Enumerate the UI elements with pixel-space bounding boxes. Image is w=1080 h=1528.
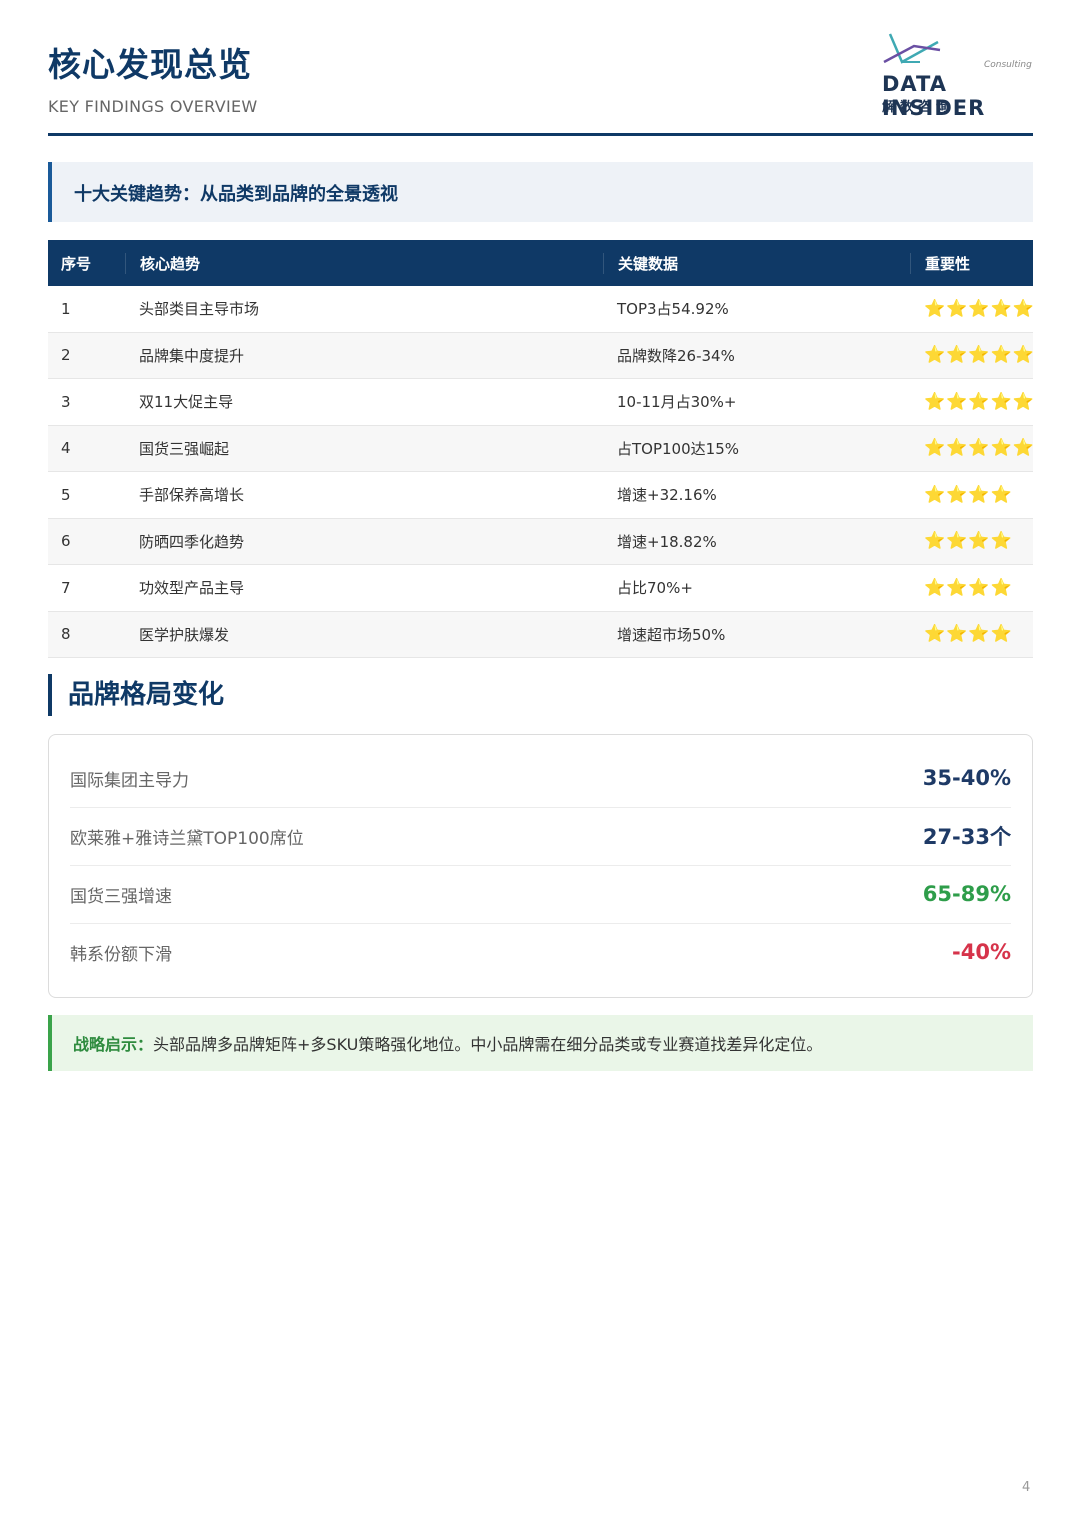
row-trend: 手部保养高增长 bbox=[139, 486, 245, 505]
star-rating-icon: ⭐⭐⭐⭐⭐ bbox=[924, 345, 1035, 366]
header-importance: 重要性 bbox=[910, 252, 1033, 274]
insight-text: 头部品牌多品牌矩阵+多SKU策略强化地位。中小品牌需在细分品类或专业赛道找差异化… bbox=[153, 1035, 823, 1054]
row-no: 4 bbox=[61, 439, 71, 458]
row-data: TOP3占54.92% bbox=[617, 300, 729, 319]
metric-row: 国际集团主导力 35-40% bbox=[70, 749, 1011, 808]
metric-label: 国际集团主导力 bbox=[70, 770, 189, 791]
row-trend: 医学护肤爆发 bbox=[139, 625, 230, 644]
metric-value: 65-89% bbox=[922, 882, 1011, 906]
page-number: 4 bbox=[1022, 1480, 1031, 1495]
strategy-insight-box: 战略启示： 头部品牌多品牌矩阵+多SKU策略强化地位。中小品牌需在细分品类或专业… bbox=[48, 1015, 1033, 1071]
star-rating-icon: ⭐⭐⭐⭐ bbox=[924, 624, 1013, 645]
insight-label: 战略启示： bbox=[73, 1035, 154, 1054]
logo-mark-icon bbox=[883, 33, 941, 64]
metric-row: 欧莱雅+雅诗兰黛TOP100席位 27-33个 bbox=[70, 807, 1011, 866]
metric-value: 27-33个 bbox=[922, 825, 1011, 849]
row-no: 6 bbox=[61, 532, 71, 551]
row-data: 10-11月占30%+ bbox=[617, 393, 737, 412]
header-data: 关键数据 bbox=[603, 252, 910, 274]
star-rating-icon: ⭐⭐⭐⭐ bbox=[924, 577, 1013, 598]
star-rating-icon: ⭐⭐⭐⭐⭐ bbox=[924, 438, 1035, 459]
header-no: 序号 bbox=[61, 254, 92, 273]
section-heading-text: 品牌格局变化 bbox=[68, 680, 225, 710]
table-row: 4 国货三强崛起 占TOP100达15% ⭐⭐⭐⭐⭐ bbox=[48, 425, 1035, 472]
row-no: 1 bbox=[61, 299, 71, 318]
section-banner: 十大关键趋势：从品类到品牌的全景透视 bbox=[48, 162, 1033, 222]
row-trend: 双11大促主导 bbox=[139, 393, 234, 412]
page-title: 核心发现总览 bbox=[48, 45, 252, 84]
row-no: 7 bbox=[61, 578, 71, 597]
table-row: 3 双11大促主导 10-11月占30%+ ⭐⭐⭐⭐⭐ bbox=[48, 379, 1035, 426]
star-rating-icon: ⭐⭐⭐⭐ bbox=[924, 484, 1013, 505]
row-data: 占比70%+ bbox=[617, 579, 693, 598]
row-data: 增速+32.16% bbox=[617, 486, 717, 505]
row-no: 3 bbox=[61, 392, 71, 411]
row-data: 品牌数降26-34% bbox=[617, 346, 735, 365]
table-row: 2 品牌集中度提升 品牌数降26-34% ⭐⭐⭐⭐⭐ bbox=[48, 332, 1035, 379]
logo-consulting-text: Consulting bbox=[984, 60, 1032, 70]
metric-row: 国货三强增速 65-89% bbox=[70, 865, 1011, 924]
brand-landscape-card: 国际集团主导力 35-40% 欧莱雅+雅诗兰黛TOP100席位 27-33个 国… bbox=[48, 734, 1033, 998]
row-data: 增速超市场50% bbox=[617, 625, 726, 644]
table-row: 8 医学护肤爆发 增速超市场50% ⭐⭐⭐⭐ bbox=[48, 611, 1033, 658]
data-insider-logo: Consulting DATA INSIDER 解数咨询 bbox=[878, 32, 1038, 120]
row-data: 增速+18.82% bbox=[617, 532, 717, 551]
row-trend: 品牌集中度提升 bbox=[139, 346, 245, 365]
header-divider bbox=[48, 133, 1033, 136]
metric-value: -40% bbox=[952, 940, 1011, 964]
row-trend: 国货三强崛起 bbox=[139, 439, 230, 458]
table-row: 6 防晒四季化趋势 增速+18.82% ⭐⭐⭐⭐ bbox=[48, 518, 1033, 565]
header-trend: 核心趋势 bbox=[125, 252, 603, 274]
row-no: 5 bbox=[61, 485, 71, 504]
row-trend: 功效型产品主导 bbox=[139, 579, 245, 598]
row-no: 2 bbox=[61, 346, 71, 365]
row-trend: 防晒四季化趋势 bbox=[139, 532, 245, 551]
star-rating-icon: ⭐⭐⭐⭐⭐ bbox=[924, 298, 1035, 319]
star-rating-icon: ⭐⭐⭐⭐ bbox=[924, 531, 1013, 552]
section-heading: 品牌格局变化 bbox=[48, 674, 224, 716]
metric-label: 韩系份额下滑 bbox=[70, 944, 172, 965]
metric-label: 国货三强增速 bbox=[70, 886, 172, 907]
metric-row: 韩系份额下滑 -40% bbox=[70, 923, 1011, 981]
page-subtitle: KEY FINDINGS OVERVIEW bbox=[48, 97, 258, 116]
row-trend: 头部类目主导市场 bbox=[139, 300, 260, 319]
page: 核心发现总览 KEY FINDINGS OVERVIEW Consulting … bbox=[0, 0, 1080, 1528]
row-no: 8 bbox=[61, 625, 71, 644]
metric-label: 欧莱雅+雅诗兰黛TOP100席位 bbox=[70, 828, 304, 849]
table-row: 5 手部保养高增长 增速+32.16% ⭐⭐⭐⭐ bbox=[48, 472, 1033, 519]
star-rating-icon: ⭐⭐⭐⭐⭐ bbox=[924, 391, 1035, 412]
row-data: 占TOP100达15% bbox=[617, 439, 739, 458]
table-row: 1 头部类目主导市场 TOP3占54.92% ⭐⭐⭐⭐⭐ bbox=[48, 286, 1035, 333]
logo-cn-name: 解数咨询 bbox=[882, 100, 955, 115]
metric-value: 35-40% bbox=[922, 766, 1011, 790]
trends-table: 序号 核心趋势 关键数据 重要性 1 头部类目主导市场 TOP3占54.92% … bbox=[48, 240, 1035, 658]
section-banner-text: 十大关键趋势：从品类到品牌的全景透视 bbox=[74, 184, 398, 205]
table-header: 序号 核心趋势 关键数据 重要性 bbox=[48, 240, 1033, 286]
table-row: 7 功效型产品主导 占比70%+ ⭐⭐⭐⭐ bbox=[48, 565, 1033, 612]
